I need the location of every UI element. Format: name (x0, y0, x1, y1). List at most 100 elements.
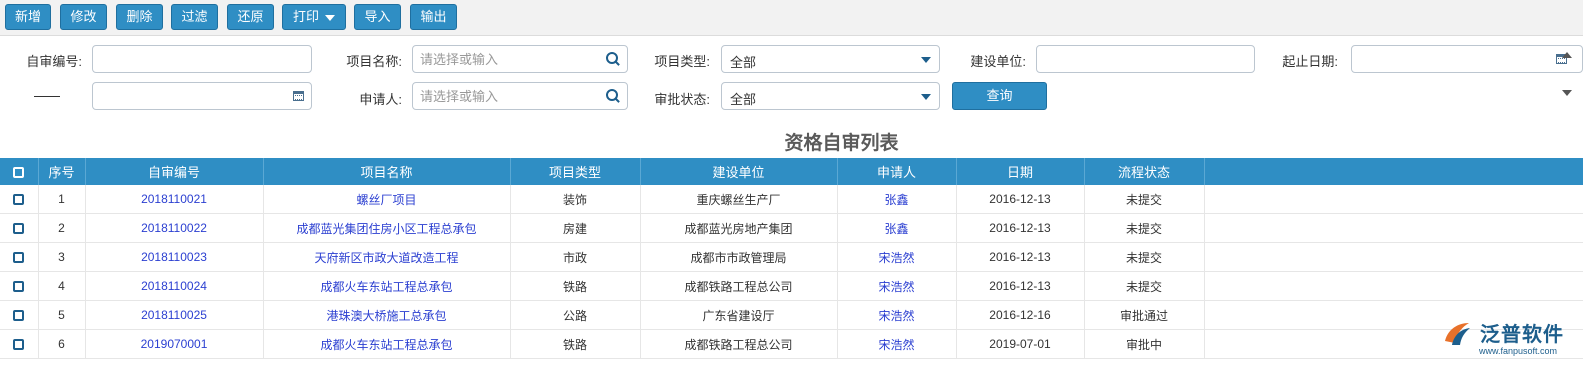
column-header[interactable]: 自审编号 (85, 158, 264, 185)
cell-date: 2016-12-13 (956, 242, 1085, 272)
cell-applicant[interactable]: 宋浩然 (837, 329, 957, 359)
table-row[interactable]: 4 2018110024 成都火车东站工程总承包 铁路 成都铁路工程总公司 宋浩… (0, 271, 1583, 301)
select-all-header[interactable] (0, 158, 39, 185)
column-header[interactable]: 申请人 (837, 158, 957, 185)
approval-status-select[interactable]: 全部 (721, 82, 940, 110)
export-button[interactable]: 输出 (410, 4, 457, 30)
cell-review-no[interactable]: 2019070001 (85, 329, 264, 359)
cell-project-type: 公路 (510, 300, 641, 330)
chevron-down-icon (325, 14, 335, 21)
cell-applicant[interactable]: 宋浩然 (837, 271, 957, 301)
project-name-label: 项目名称: (346, 54, 402, 69)
cell-project-name[interactable]: 成都蓝光集团住房小区工程总承包 (263, 213, 511, 243)
checkbox-icon[interactable] (13, 339, 25, 351)
approval-status-value: 全部 (730, 92, 757, 107)
brand-name: 泛普软件 (1480, 324, 1564, 346)
checkbox-icon[interactable] (13, 281, 25, 293)
project-type-value: 全部 (730, 55, 757, 70)
calendar-icon[interactable] (293, 91, 304, 101)
delete-button[interactable]: 删除 (116, 4, 163, 30)
scroll-down-icon[interactable] (1562, 90, 1572, 96)
cell-date: 2019-07-01 (956, 329, 1085, 359)
cell-review-no[interactable]: 2018110024 (85, 271, 264, 301)
row-select[interactable] (0, 242, 39, 272)
cell-review-no[interactable]: 2018110021 (85, 185, 264, 214)
cell-applicant[interactable]: 张鑫 (837, 185, 957, 214)
cell-applicant[interactable]: 张鑫 (837, 213, 957, 243)
row-select[interactable] (0, 329, 39, 359)
date-range-separator (34, 96, 60, 97)
cell-status: 未提交 (1084, 271, 1205, 301)
table-row[interactable]: 1 2018110021 螺丝厂项目 装饰 重庆螺丝生产厂 张鑫 2016-12… (0, 185, 1583, 214)
row-select[interactable] (0, 271, 39, 301)
cell-construction-unit: 重庆螺丝生产厂 (640, 185, 838, 214)
cell-project-name[interactable]: 港珠澳大桥施工总承包 (263, 300, 511, 330)
dropdown-arrow-icon[interactable] (921, 94, 931, 100)
cell-seq: 4 (38, 271, 86, 301)
restore-button[interactable]: 还原 (227, 4, 274, 30)
self-review-no-field[interactable] (92, 45, 312, 73)
column-header[interactable]: 建设单位 (640, 158, 838, 185)
date-range-label: 起止日期: (1282, 54, 1338, 69)
table-row[interactable]: 3 2018110023 天府新区市政大道改造工程 市政 成都市市政管理局 宋浩… (0, 242, 1583, 272)
applicant-input[interactable] (413, 83, 627, 109)
data-table: 序号 自审编号 项目名称 项目类型 建设单位 申请人 日期 流程状态 1 201… (0, 158, 1583, 359)
filter-button[interactable]: 过滤 (171, 4, 218, 30)
cell-project-type: 装饰 (510, 185, 641, 214)
column-header[interactable]: 项目类型 (510, 158, 641, 185)
cell-review-no[interactable]: 2018110025 (85, 300, 264, 330)
project-name-input[interactable] (413, 46, 627, 72)
search-icon[interactable] (606, 89, 621, 104)
cell-applicant[interactable]: 宋浩然 (837, 242, 957, 272)
row-select[interactable] (0, 213, 39, 243)
cell-status: 审批中 (1084, 329, 1205, 359)
column-header-empty (1204, 158, 1583, 185)
edit-button[interactable]: 修改 (60, 4, 107, 30)
cell-applicant[interactable]: 宋浩然 (837, 300, 957, 330)
cell-project-name[interactable]: 螺丝厂项目 (263, 185, 511, 214)
cell-empty (1204, 213, 1583, 243)
construction-unit-input[interactable] (1037, 46, 1254, 72)
column-header[interactable]: 流程状态 (1084, 158, 1205, 185)
cell-seq: 3 (38, 242, 86, 272)
cell-review-no[interactable]: 2018110022 (85, 213, 264, 243)
print-button[interactable]: 打印 (282, 4, 346, 30)
cell-review-no[interactable]: 2018110023 (85, 242, 264, 272)
end-date-input[interactable] (93, 83, 311, 109)
import-button[interactable]: 导入 (354, 4, 401, 30)
start-date-field[interactable] (1351, 45, 1583, 73)
project-name-field[interactable] (412, 45, 628, 73)
start-date-input[interactable] (1352, 46, 1582, 72)
applicant-field[interactable] (412, 82, 628, 110)
row-select[interactable] (0, 185, 39, 214)
scroll-up-icon[interactable] (1562, 52, 1572, 58)
checkbox-icon[interactable] (13, 252, 25, 264)
end-date-field[interactable] (92, 82, 312, 110)
scrollbar[interactable] (1558, 36, 1583, 116)
applicant-label: 申请人: (359, 92, 402, 107)
table-row[interactable]: 5 2018110025 港珠澳大桥施工总承包 公路 广东省建设厅 宋浩然 20… (0, 300, 1583, 330)
cell-status: 未提交 (1084, 185, 1205, 214)
checkbox-icon[interactable] (13, 167, 25, 179)
self-review-no-input[interactable] (93, 46, 311, 72)
cell-project-name[interactable]: 天府新区市政大道改造工程 (263, 242, 511, 272)
cell-construction-unit: 广东省建设厅 (640, 300, 838, 330)
print-button-label: 打印 (292, 9, 319, 24)
table-row[interactable]: 6 2019070001 成都火车东站工程总承包 铁路 成都铁路工程总公司 宋浩… (0, 329, 1583, 359)
row-select[interactable] (0, 300, 39, 330)
column-header[interactable]: 序号 (38, 158, 86, 185)
cell-project-name[interactable]: 成都火车东站工程总承包 (263, 271, 511, 301)
checkbox-icon[interactable] (13, 310, 25, 322)
search-icon[interactable] (606, 52, 621, 67)
query-button[interactable]: 查询 (952, 82, 1047, 110)
construction-unit-field[interactable] (1036, 45, 1255, 73)
dropdown-arrow-icon[interactable] (921, 57, 931, 63)
checkbox-icon[interactable] (13, 194, 25, 206)
add-button[interactable]: 新增 (5, 4, 51, 30)
column-header[interactable]: 日期 (956, 158, 1085, 185)
project-type-select[interactable]: 全部 (721, 45, 940, 73)
cell-project-name[interactable]: 成都火车东站工程总承包 (263, 329, 511, 359)
column-header[interactable]: 项目名称 (263, 158, 511, 185)
table-row[interactable]: 2 2018110022 成都蓝光集团住房小区工程总承包 房建 成都蓝光房地产集… (0, 213, 1583, 243)
checkbox-icon[interactable] (13, 223, 25, 235)
